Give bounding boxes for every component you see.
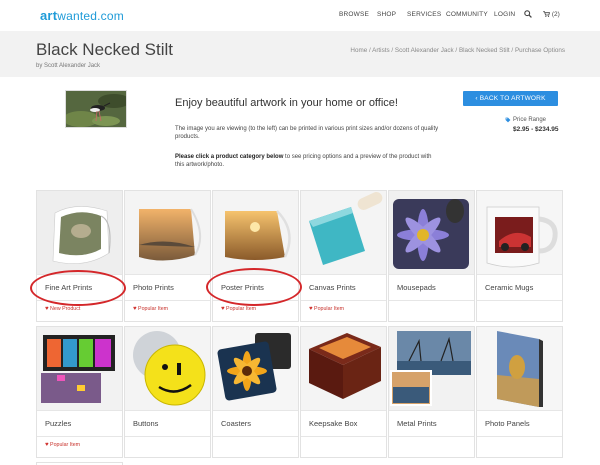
- artwork-thumbnail[interactable]: [65, 90, 127, 128]
- product-label: Ceramic Mugs: [485, 283, 534, 292]
- product-image: [477, 327, 562, 410]
- intro-instruction: Please click a product category below to…: [175, 154, 432, 169]
- nav-community[interactable]: COMMUNITY: [446, 11, 488, 18]
- price-range-label: Price Range: [513, 117, 547, 123]
- product-label: Mousepads: [397, 283, 436, 292]
- heart-icon: ♥: [45, 306, 49, 312]
- product-image: [125, 327, 210, 410]
- cart-icon: [543, 11, 551, 17]
- nav-shop[interactable]: SHOP: [377, 11, 396, 18]
- heart-icon: ♥: [221, 306, 225, 312]
- product-card-metal-prints[interactable]: Metal Prints: [388, 326, 475, 458]
- breadcrumb-home[interactable]: Home: [350, 47, 367, 54]
- heart-icon: ♥: [45, 442, 49, 448]
- product-badge: ♥ Popular Item: [133, 306, 169, 312]
- product-card-canvas-prints[interactable]: Canvas Prints ♥ Popular Item: [300, 190, 387, 322]
- intro-paragraph: The image you are viewing (to the left) …: [175, 126, 439, 141]
- product-label: Photo Panels: [485, 419, 530, 428]
- chevron-left-icon: ‹: [475, 95, 478, 102]
- site-logo[interactable]: artwanted.com: [40, 8, 124, 23]
- cart-link[interactable]: (2): [543, 11, 560, 18]
- product-image: [477, 191, 562, 274]
- artist-byline[interactable]: by Scott Alexander Jack: [36, 63, 100, 69]
- heart-icon: ♥: [133, 306, 137, 312]
- product-image: [389, 191, 474, 274]
- product-image: [37, 327, 122, 410]
- product-badge: ♥ Popular Item: [309, 306, 345, 312]
- product-image: [37, 191, 122, 274]
- breadcrumb-artwork[interactable]: Black Necked Stilt: [459, 47, 510, 54]
- page-title: Black Necked Stilt: [36, 40, 173, 59]
- product-card-coasters[interactable]: Coasters: [212, 326, 299, 458]
- top-nav: artwanted.com BROWSE SHOP SERVICES COMMU…: [0, 0, 600, 31]
- product-image: [125, 191, 210, 274]
- product-label: Canvas Prints: [309, 283, 356, 292]
- nav-services[interactable]: SERVICES: [407, 11, 441, 18]
- product-label: Photo Prints: [133, 283, 174, 292]
- product-label: Buttons: [133, 419, 159, 428]
- product-image: [301, 327, 386, 410]
- product-image: [213, 191, 298, 274]
- breadcrumb: Home / Artists / Scott Alexander Jack / …: [350, 47, 565, 54]
- breadcrumb-artists[interactable]: Artists: [372, 47, 390, 54]
- product-card-keepsake-box[interactable]: Keepsake Box: [300, 326, 387, 458]
- breadcrumb-current: Purchase Options: [514, 47, 565, 54]
- highlight-ring-fine-art: [30, 270, 126, 306]
- product-card-mousepads[interactable]: Mousepads: [388, 190, 475, 322]
- product-card-photo-panels[interactable]: Photo Panels: [476, 326, 563, 458]
- back-to-artwork-button[interactable]: ‹ BACK TO ARTWORK: [463, 91, 558, 106]
- price-range-value: $2.95 - $234.95: [513, 126, 559, 133]
- product-card-puzzles[interactable]: Puzzles ♥ Popular Item: [36, 326, 123, 458]
- highlight-ring-poster: [206, 268, 302, 306]
- nav-browse[interactable]: BROWSE: [339, 11, 369, 18]
- product-badge: ♥ New Product: [45, 306, 81, 312]
- product-label: Metal Prints: [397, 419, 437, 428]
- product-badge: ♥ Popular Item: [45, 442, 81, 448]
- search-icon[interactable]: [524, 10, 532, 18]
- product-image: [389, 327, 474, 410]
- product-card-photo-prints[interactable]: Photo Prints ♥ Popular Item: [124, 190, 211, 322]
- product-image: [301, 191, 386, 274]
- product-badge: ♥ Popular Item: [221, 306, 257, 312]
- product-label: Puzzles: [45, 419, 72, 428]
- product-label: Coasters: [221, 419, 252, 428]
- product-image: [213, 327, 298, 410]
- breadcrumb-artist[interactable]: Scott Alexander Jack: [395, 47, 454, 54]
- heart-icon: ♥: [309, 306, 313, 312]
- product-card-buttons[interactable]: Buttons: [124, 326, 211, 458]
- tag-icon: [505, 117, 511, 123]
- intro-heading: Enjoy beautiful artwork in your home or …: [175, 97, 398, 109]
- nav-login[interactable]: LOGIN: [494, 11, 515, 18]
- product-card-ceramic-mugs[interactable]: Ceramic Mugs: [476, 190, 563, 322]
- product-label: Keepsake Box: [309, 419, 358, 428]
- cart-count: (2): [551, 11, 560, 18]
